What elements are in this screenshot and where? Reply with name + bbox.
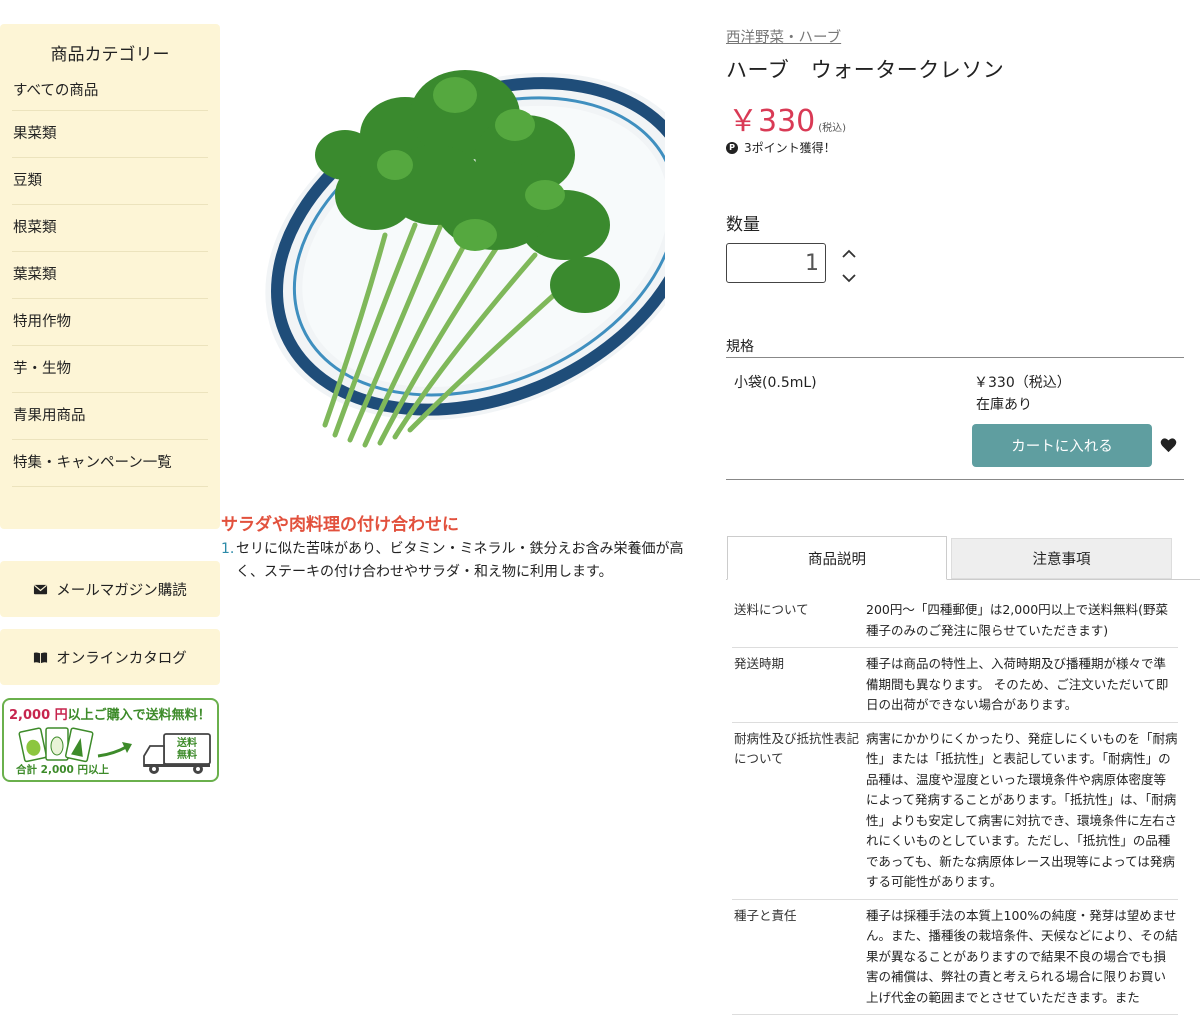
category-item-beans[interactable]: 豆類 — [12, 158, 208, 205]
online-catalog-button[interactable]: オンラインカタログ — [0, 629, 220, 685]
points-icon: P — [726, 141, 738, 154]
category-sidebar: 商品カテゴリー すべての商品 果菜類 豆類 根菜類 葉菜類 特用作物 芋・生物 … — [0, 24, 220, 529]
delivery-truck-icon: 送料 無料 — [143, 733, 211, 774]
feature-title: サラダや肉料理の付け合わせに — [221, 515, 459, 535]
product-title: ハーブ ウォータークレソン — [726, 58, 1005, 82]
notes-table: 送料について 200円〜「四種郵便」は2,000円以上で送料無料(野菜種子のみのご… — [732, 600, 1178, 1015]
points-info: P 3ポイント獲得！ — [726, 139, 836, 156]
category-item-tubers[interactable]: 芋・生物 — [12, 346, 208, 393]
table-row: 発送時期 種子は商品の特性上、入荷時期及び播種期が様々で準備期間も異なります。 そ… — [732, 648, 1178, 722]
svg-text:無料: 無料 — [177, 748, 197, 761]
product-image — [265, 25, 665, 475]
category-item-campaigns[interactable]: 特集・キャンペーン一覧 — [12, 440, 208, 487]
product-price: ￥330 (税込) — [728, 104, 847, 139]
sidebar-heading: 商品カテゴリー — [50, 45, 170, 65]
chevron-down-icon[interactable] — [840, 269, 858, 287]
mail-magazine-button[interactable]: メールマガジン購読 — [0, 561, 220, 617]
vegetable-packets-icon — [18, 727, 94, 763]
category-item-root-vegetables[interactable]: 根菜類 — [12, 205, 208, 252]
spec-label: 規格 — [726, 339, 754, 355]
category-item-fruit-vegetables[interactable]: 果菜類 — [12, 111, 208, 158]
category-item-special-crops[interactable]: 特用作物 — [12, 299, 208, 346]
feature-list: 1. セリに似た苦味があり、ビタミン・ミネラル・鉄分えお含み栄養価が高く、ステーキ… — [221, 538, 701, 584]
tab-notes[interactable]: 注意事項 — [951, 538, 1172, 579]
arrow-right-icon — [97, 742, 132, 758]
spec-name: 小袋(0.5mL) — [734, 375, 817, 391]
banner-subtext: 合計 2,000 円以上 — [16, 764, 110, 776]
category-item-fresh-produce[interactable]: 青果用商品 — [12, 393, 208, 440]
quantity-label: 数量 — [726, 215, 760, 235]
feature-item: 1. セリに似た苦味があり、ビタミン・ミネラル・鉄分えお含み栄養価が高く、ステーキ… — [221, 541, 684, 580]
online-catalog-label: オンラインカタログ — [56, 650, 187, 667]
mail-magazine-label: メールマガジン購読 — [56, 582, 187, 599]
svg-text:送料: 送料 — [176, 736, 197, 749]
heart-icon[interactable] — [1160, 437, 1177, 453]
divider — [726, 357, 1184, 358]
tab-description[interactable]: 商品説明 — [727, 536, 947, 580]
quantity-input[interactable] — [726, 243, 826, 283]
free-shipping-banner[interactable]: 2,000 円以上ご購入で送料無料！ 送料 無料 合計 2,000 円以上 — [2, 698, 219, 782]
category-item-leaf-vegetables[interactable]: 葉菜類 — [12, 252, 208, 299]
spec-price: ￥330（税込） — [974, 375, 1071, 391]
banner-headline: 2,000 円以上ご購入で送料無料！ — [9, 708, 211, 723]
add-to-cart-button[interactable]: カートに入れる — [972, 424, 1152, 467]
divider — [726, 479, 1184, 480]
table-row: 送料について 200円〜「四種郵便」は2,000円以上で送料無料(野菜種子のみのご… — [732, 600, 1178, 648]
book-open-icon — [34, 651, 48, 663]
stock-status: 在庫あり — [976, 397, 1032, 413]
chevron-up-icon[interactable] — [840, 245, 858, 263]
category-item-all[interactable]: すべての商品 — [12, 71, 208, 111]
envelope-icon — [34, 584, 48, 594]
table-row: 耐病性及び抵抗性表記について 病害にかかりにくかったり、発症しにくいものを「耐病性… — [732, 722, 1178, 899]
table-row: 種子と責任 種子は採種手法の本質上100%の純度・発芽は望めません。また、播種後の… — [732, 899, 1178, 1015]
breadcrumb-link[interactable]: 西洋野菜・ハーブ — [726, 26, 841, 47]
